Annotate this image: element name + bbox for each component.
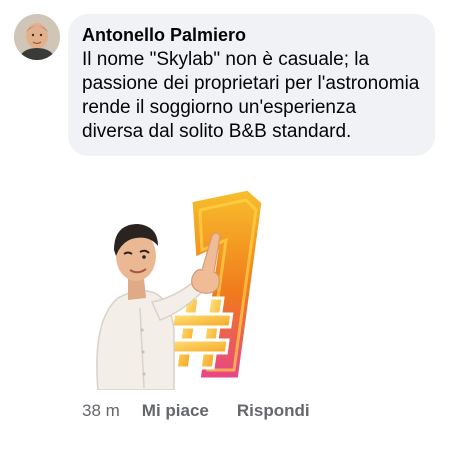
comment-text: Il nome "Skylab" non è casuale; la passi…	[82, 49, 420, 142]
reply-button[interactable]: Rispondi	[237, 401, 310, 421]
comment-author[interactable]: Antonello Palmiero	[82, 24, 421, 46]
comment-thread: Antonello Palmiero Il nome "Skylab" non …	[0, 0, 450, 450]
avatar[interactable]	[14, 14, 60, 60]
number-one-sticker	[78, 180, 288, 391]
comment-bubble: Antonello Palmiero Il nome "Skylab" non …	[68, 14, 435, 156]
number-one-sticker-icon	[96, 185, 267, 391]
profile-photo-icon	[14, 14, 60, 60]
comment-actions: 38 m Mi piace Rispondi	[82, 401, 310, 421]
like-button[interactable]: Mi piace	[142, 401, 209, 421]
comment-timestamp[interactable]: 38 m	[82, 401, 120, 421]
